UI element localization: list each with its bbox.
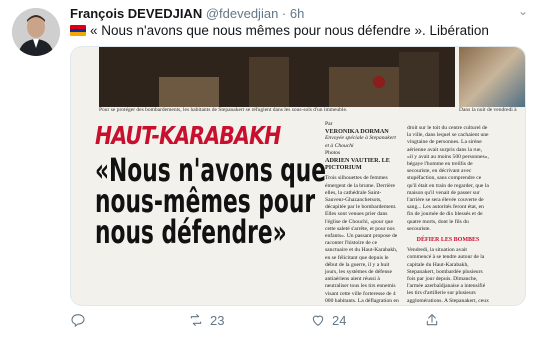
chevron-down-icon[interactable]: ⌄: [518, 4, 528, 18]
byline-author: VERONIKA DORMAN: [325, 128, 389, 136]
byline-role: Envoyée spéciale à Stepanakert et à Chou…: [325, 135, 396, 149]
share-icon: [426, 314, 438, 326]
byline-par: Par: [325, 121, 333, 127]
tweet-actions: 23 24: [70, 312, 524, 332]
article-subhead: DÉFIER LES BOMBES: [416, 237, 480, 244]
article-body-col1: Trois silhouettes de femmes émergent de …: [325, 175, 399, 304]
heart-icon: [312, 315, 324, 326]
separator: ·: [281, 6, 287, 21]
byline-photo-label: Photos: [325, 149, 341, 156]
tweet-text: « Nous n'avons que nous mêmes pour nous …: [90, 23, 489, 38]
article-photo-shelter: [99, 47, 455, 107]
headline-line: nous défendre»: [95, 213, 287, 251]
article-photo-night: [459, 47, 525, 107]
retweet-count: 23: [210, 312, 225, 328]
tweet-time[interactable]: 6h: [290, 6, 304, 21]
reply-icon: [71, 314, 85, 328]
article-kicker: HAUT-KARABAKH: [95, 121, 281, 150]
photo-caption-right: Dans la nuit de vendredi à: [459, 107, 517, 113]
like-button[interactable]: 24: [310, 312, 346, 328]
retweet-icon: [190, 314, 202, 326]
avatar-portrait: [12, 8, 60, 56]
like-count: 24: [332, 312, 347, 328]
share-button[interactable]: [424, 312, 440, 328]
armenia-flag-icon: [70, 25, 86, 36]
byline-photographer: ADRIEN VAUTIER. LE PICTORIUM: [325, 157, 390, 172]
article-column-2: droit sur le toit du centre culturel de …: [407, 125, 489, 305]
article-body-col2: droit sur le toit du centre culturel de …: [407, 125, 489, 232]
article-body-col2b: Vendredi, la situation avait commencé à …: [407, 247, 489, 305]
author-handle[interactable]: @fdevedjian: [206, 6, 278, 21]
photo-caption-left: Pour se protéger des bombardements, les …: [99, 107, 348, 113]
tweet-media-image[interactable]: Pour se protéger des bombardements, les …: [70, 46, 526, 306]
article-column-1: Par VERONIKA DORMAN Envoyée spéciale à S…: [325, 121, 399, 305]
reply-button[interactable]: [70, 312, 92, 328]
tweet-body: « Nous n'avons que nous mêmes pour nous …: [70, 23, 489, 38]
retweet-button[interactable]: 23: [188, 312, 224, 328]
author-name[interactable]: François DEVEDJIAN: [70, 6, 202, 21]
author-avatar[interactable]: [12, 8, 60, 56]
tweet-header: François DEVEDJIAN @fdevedjian · 6h: [70, 6, 528, 24]
